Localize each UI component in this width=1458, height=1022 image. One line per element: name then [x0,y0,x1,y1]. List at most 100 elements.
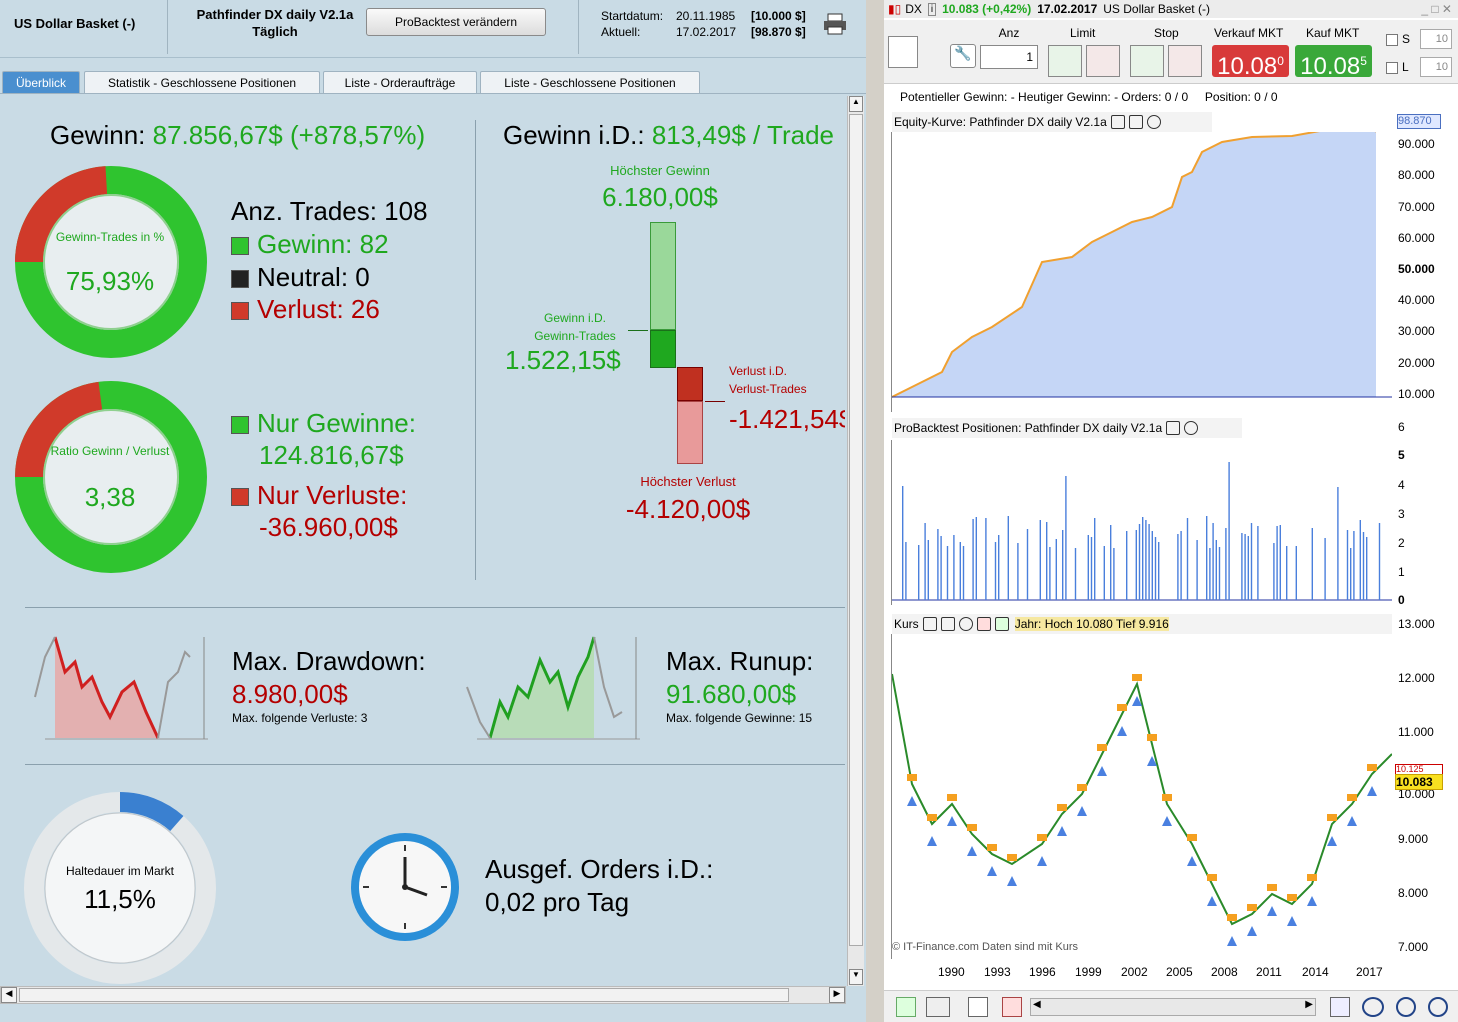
position-bar [1286,546,1288,600]
info-icon[interactable]: i [927,2,937,16]
trade-marker [1037,834,1047,841]
quote-date: 17.02.2017 [1037,2,1098,16]
position-bar [1142,517,1144,600]
scroll-down-arrow[interactable]: ▼ [849,969,863,985]
price-header: Kurs Jahr: Hoch 10.080 Tief 9.916 [892,614,1392,634]
wrench-icon[interactable]: 🔧 [950,44,976,68]
current-label: Aktuell: [601,25,641,39]
change-backtest-button[interactable]: ProBacktest verändern [366,8,546,36]
position-bar [1062,530,1064,600]
scroll-up-arrow[interactable]: ▲ [849,96,863,112]
limit-buy-button[interactable] [1048,45,1082,77]
buy-arrow [1207,896,1217,906]
l-input[interactable]: 10 [1420,57,1452,77]
trade-count: Anz. Trades: 108 [231,196,428,226]
positions-chart[interactable] [891,440,1392,605]
zoom-fit-icon[interactable] [1362,997,1384,1017]
positions-y-label: 5 [1398,448,1405,462]
trade-marker [1187,834,1197,841]
only-gains-label: Nur Gewinne: [231,408,416,439]
positions-header: ProBacktest Positionen: Pathfinder DX da… [892,418,1242,438]
equity-badge: 98.870 [1397,114,1441,129]
time-in-market-value: 11,5% [84,884,156,914]
trade-marker [927,814,937,821]
buy-arrow [1057,826,1067,836]
lost-trades: Verlust: 26 [231,294,380,325]
h-scroll-thumb[interactable] [19,988,789,1002]
buy-arrow [947,816,957,826]
orders-value: 0,02 pro Tag [485,887,630,917]
scroll-right-icon[interactable]: ▶ [1305,999,1313,1010]
l-checkbox[interactable] [1386,62,1398,74]
scroll-right-arrow[interactable]: ▶ [829,987,845,1003]
price-y-label: 7.000 [1398,940,1429,954]
zoom-in-icon[interactable] [1428,997,1448,1017]
window-controls[interactable]: _ □ ✕ [1421,2,1452,16]
overview-content: Gewinn: 87.856,67$ (+878,57%) Gewinn-Tra… [0,93,866,986]
s-input[interactable]: 10 [1420,29,1452,49]
scroll-left-icon[interactable]: ◀ [1033,999,1041,1010]
tab-closed-positions[interactable]: Liste - Geschlossene Positionen [480,71,700,94]
scroll-thumb[interactable] [849,114,863,946]
position-bar [1215,540,1217,600]
tab-overview[interactable]: Überblick [2,71,80,94]
position-bar [1113,548,1115,600]
buy-arrow [1077,806,1087,816]
position-bar [994,542,997,600]
sell-market-button[interactable]: 10.080 [1212,45,1289,80]
current-capital: [98.870 $] [751,25,806,39]
splitter[interactable] [866,0,884,1022]
position-bar [975,517,977,600]
scroll-left-arrow[interactable]: ◀ [1,987,17,1003]
zoom-out-icon[interactable] [1396,997,1416,1017]
qty-input[interactable]: 1 [980,45,1038,69]
max-gain-value: 6.180,00$ [602,182,718,212]
positions-y-label: 2 [1398,536,1405,550]
position-bar [1087,535,1089,600]
tab-orders[interactable]: Liste - Orderaufträge [323,71,477,94]
chart-bottom-toolbar: ◀ ▶ [884,990,1458,1022]
positions-y-label: 0 [1398,593,1405,607]
stop-buy-button[interactable] [1130,45,1164,77]
chart-type-icon[interactable] [888,36,918,68]
trade-marker [1267,884,1277,891]
start-capital: [10.000 $] [751,9,806,23]
backtest-header: US Dollar Basket (-) Pathfinder DX daily… [0,0,866,58]
position-bar [1212,523,1214,600]
runup-chart [466,636,640,740]
stop-label: Stop [1154,26,1179,40]
win-rate-donut [15,166,207,358]
horizontal-scrollbar[interactable]: ◀ ▶ [0,986,846,1004]
avg-loss-label-1: Verlust i.D. [729,364,788,378]
position-bar [1225,528,1227,600]
position-bar [1039,520,1041,600]
vertical-scrollbar[interactable]: ▲ ▼ [847,96,864,986]
avg-win-label-1: Gewinn i.D. [543,311,607,325]
scale-icon[interactable] [1330,997,1350,1017]
chart-tool-icon[interactable] [896,997,916,1017]
runup-value: 91.680,00$ [666,679,797,709]
position-bar [918,545,920,600]
stop-sell-button[interactable] [1168,45,1202,77]
equity-y-label: 60.000 [1398,231,1435,245]
tab-statistics[interactable]: Statistik - Geschlossene Positionen [84,71,320,94]
printer-icon[interactable] [822,12,848,36]
limit-sell-button[interactable] [1086,45,1120,77]
position-bar [1257,526,1259,600]
orderbook-icon[interactable] [1002,997,1022,1017]
indicator-icon[interactable] [926,997,950,1017]
instrument-name: US Dollar Basket (-) [14,16,136,31]
positions-bars [892,462,1392,601]
s-checkbox[interactable] [1386,34,1398,46]
chart-scrollbar[interactable]: ◀ ▶ [1030,998,1316,1016]
calculator-icon[interactable] [968,997,988,1017]
position-bar [1103,546,1105,600]
price-chart[interactable] [891,634,1393,959]
price-y-label: 11.000 [1398,725,1434,739]
position-bar [1180,531,1182,600]
trade-marker [1367,764,1377,771]
position-bar [1250,523,1253,600]
buy-market-button[interactable]: 10.085 [1295,45,1372,80]
equity-chart[interactable] [891,115,1392,412]
position-bar [1359,520,1361,600]
